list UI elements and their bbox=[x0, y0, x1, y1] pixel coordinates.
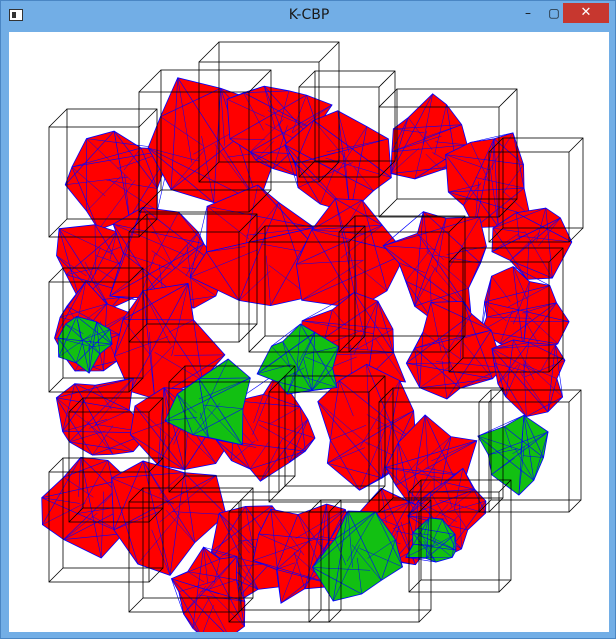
bounding-box-edge bbox=[238, 323, 258, 343]
app-window: K-CBP – ▢ ✕ bbox=[0, 0, 616, 639]
close-button[interactable]: ✕ bbox=[563, 3, 609, 23]
maximize-icon: ▢ bbox=[548, 6, 560, 20]
bounding-box-edge bbox=[328, 609, 342, 623]
bounding-box-edge bbox=[298, 70, 316, 88]
bounding-box-edge bbox=[198, 41, 220, 63]
bounding-box-edge bbox=[568, 499, 582, 513]
render-viewport[interactable] bbox=[9, 32, 609, 632]
bounding-box-edge bbox=[138, 108, 158, 128]
bounding-box-edge bbox=[568, 137, 584, 153]
bounding-box-edge bbox=[308, 609, 322, 623]
bounding-box-edge bbox=[498, 88, 518, 108]
bounding-box-edge bbox=[48, 267, 64, 283]
bounding-box-edge bbox=[568, 389, 582, 403]
bounding-box-edge bbox=[128, 597, 144, 613]
bounding-box-edge bbox=[48, 377, 64, 393]
close-icon: ✕ bbox=[580, 5, 592, 20]
bounding-box-edge bbox=[378, 70, 396, 88]
bounding-box-edge bbox=[378, 88, 398, 108]
bounding-box-edge bbox=[48, 457, 64, 473]
minimize-icon: – bbox=[525, 6, 531, 20]
bounding-box-edge bbox=[418, 609, 432, 623]
bounding-box-edge bbox=[138, 69, 162, 93]
polyhedron-face bbox=[477, 414, 549, 496]
bounding-box-edge bbox=[318, 41, 340, 63]
bounding-box-edge bbox=[568, 227, 584, 243]
polyhedron-face bbox=[295, 198, 407, 309]
bounding-box-edge bbox=[248, 335, 266, 353]
packing-scene bbox=[41, 41, 584, 632]
bounding-box-edge bbox=[48, 567, 64, 583]
title-bar[interactable]: K-CBP – ▢ ✕ bbox=[1, 1, 615, 31]
bounding-box-edge bbox=[498, 579, 512, 593]
bounding-box-edge bbox=[478, 389, 492, 403]
bounding-box-edge bbox=[48, 108, 68, 128]
bounding-box-edge bbox=[378, 198, 398, 218]
minimize-button[interactable]: – bbox=[515, 3, 541, 23]
